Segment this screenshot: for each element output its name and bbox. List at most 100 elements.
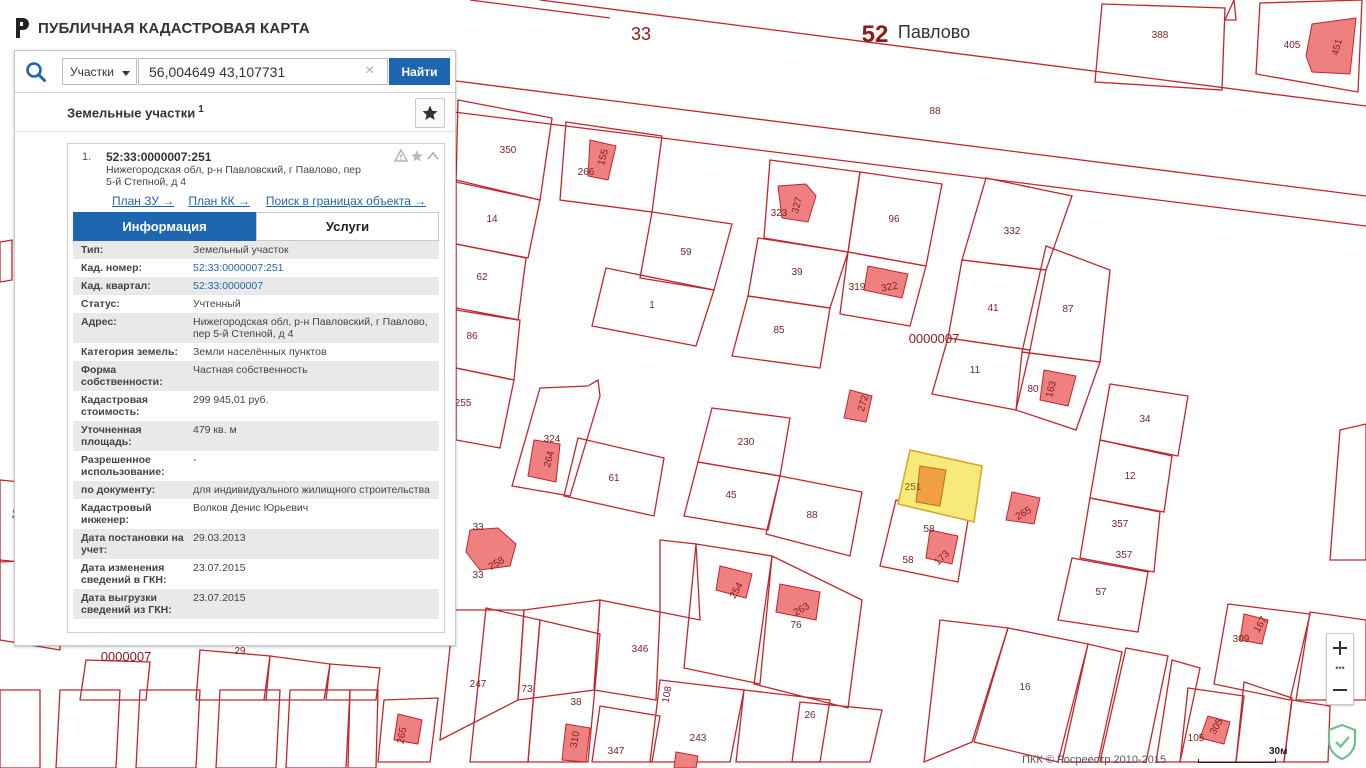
clear-icon[interactable]: × [365, 62, 374, 80]
attribute-row: Уточненная площадь: 479 кв. м [73, 421, 439, 451]
copyright: ПКК © Росреестр 2010-2015 [1022, 754, 1167, 766]
attribute-row: Категория земель: Земли населённых пункто… [73, 343, 439, 361]
search-bar: Участки × Найти [15, 51, 455, 93]
attribute-label: Статус: [81, 298, 120, 310]
city-name: Павлово [898, 22, 970, 42]
zoom-control: ••• [1326, 633, 1354, 705]
attribute-row: Тип: Земельный участок [73, 241, 439, 259]
parcel-label: 39 [791, 267, 803, 278]
parcel-label: 85 [773, 325, 785, 336]
parcel-label: 388 [1152, 30, 1169, 41]
attribute-value: Волков Денис Юрьевич [193, 502, 309, 514]
parcel-label: 58 [923, 524, 935, 535]
attribute-row: Дата изменения сведений в ГКН: 23.07.2015 [73, 559, 439, 589]
attribute-value[interactable]: 52:33:0000007 [193, 277, 439, 295]
parcel-label: 96 [888, 214, 900, 225]
attribute-label: Разрешенное использование: [81, 454, 165, 478]
shield-button[interactable] [1324, 722, 1360, 762]
parcel-label: 26 [804, 710, 816, 721]
parcel-label: 34 [1139, 414, 1151, 425]
attribute-label: Кадастровый инженер: [81, 502, 152, 526]
attribute-label: Дата постановки на учет: [81, 532, 184, 556]
parcel-label: 243 [690, 733, 707, 744]
parcel-label: 266 [578, 167, 595, 178]
parcel-label: 105 [1188, 733, 1205, 744]
attributes-table: Тип: Земельный участок Кад. номер: 52:33:00… [73, 241, 439, 619]
attribute-row: Дата выгрузки сведений из ГКН: 23.07.2015 [73, 589, 439, 619]
parcel-label: 41 [987, 303, 999, 314]
parcel-label: 45 [725, 490, 737, 501]
attribute-value: 23.07.2015 [193, 592, 246, 604]
parcel-label: 59 [680, 247, 692, 258]
quarter-label: 0000007 [909, 331, 960, 346]
zoom-more-icon[interactable]: ••• [1327, 663, 1353, 673]
attribute-label: Категория земель: [81, 346, 178, 358]
attribute-label: Дата изменения сведений в ГКН: [81, 562, 167, 586]
plan-zu-link[interactable]: План ЗУ → [112, 194, 174, 208]
search-input[interactable] [138, 58, 388, 85]
results-header: Земельные участки 1 [15, 94, 455, 132]
parcel-label: 12 [1124, 471, 1136, 482]
attribute-value: 299 945,01 руб. [193, 394, 269, 406]
attribute-label: Кадастровая стоимость: [81, 394, 148, 418]
parcel-label: 58 [902, 555, 914, 566]
results-title-text: Земельные участки [67, 105, 196, 121]
parcel-label: 88 [929, 106, 941, 117]
parcel-cad-number: 52:33:0000007:251 [106, 150, 212, 164]
attribute-row: по документу: для индивидуального жилищно… [73, 481, 439, 499]
search-in-bounds-link[interactable]: Поиск в границах объекта → [266, 194, 426, 208]
parcel-label: 309 [1233, 634, 1250, 645]
attribute-row: Форма собственности: Частная собственност… [73, 361, 439, 391]
attribute-label: по документу: [81, 484, 156, 496]
attribute-value: 23.07.2015 [193, 562, 246, 574]
zoom-in-button[interactable] [1327, 634, 1353, 662]
attribute-label: Кад. номер: [81, 262, 143, 274]
parcel-label: 29 [234, 646, 246, 657]
attribute-row: Кадастровый инженер: Волков Денис Юрьевич [73, 499, 439, 529]
attribute-value: Учтенный [193, 298, 241, 310]
attribute-value[interactable]: 52:33:0000007:251 [193, 259, 439, 277]
search-icon[interactable] [25, 61, 47, 83]
parcel-label: 247 [470, 679, 487, 690]
plan-kk-link[interactable]: План КК → [188, 194, 250, 208]
parcel-label: 76 [790, 620, 802, 631]
app-header: ПУБЛИЧНАЯ КАДАСТРОВАЯ КАРТА [14, 14, 310, 42]
parcel-label: 255 [455, 398, 472, 409]
parcel-label: 62 [476, 272, 488, 283]
parcel-label: 14 [486, 214, 498, 225]
star-icon[interactable] [410, 149, 424, 163]
parcel-label: 87 [1062, 304, 1074, 315]
object-type-select[interactable]: Участки [62, 58, 137, 85]
attribute-row: Дата постановки на учет: 29.03.2013 [73, 529, 439, 559]
card-actions [393, 148, 440, 163]
warning-icon[interactable] [393, 148, 409, 163]
tab-services[interactable]: Услуги [256, 212, 439, 241]
object-type-label: Участки [70, 65, 114, 79]
attribute-label: Уточненная площадь: [81, 424, 142, 448]
chevron-down-icon [122, 71, 130, 76]
parcel-label: 73 [521, 684, 533, 695]
attribute-label: Форма собственности: [81, 364, 163, 388]
scale-label: 30м [1269, 746, 1288, 757]
parcel-label: 350 [500, 145, 517, 156]
attribute-value: 479 кв. м [193, 424, 237, 436]
parcel-label: 33 [472, 570, 484, 581]
chevron-up-icon[interactable] [426, 149, 440, 163]
attribute-value: Земли населённых пунктов [193, 346, 327, 358]
parcel-card[interactable]: 1. 52:33:0000007:251 Нижегородская обл, … [67, 143, 445, 633]
parcel-label: 332 [1004, 226, 1021, 237]
tab-info[interactable]: Информация [73, 212, 256, 241]
attribute-value: Нижегородская обл, р-н Павловский, г Пав… [193, 316, 428, 340]
parcel-label: 319 [849, 282, 866, 293]
attribute-label: Адрес: [81, 316, 117, 328]
parcel-label: 323 [771, 208, 788, 219]
favorites-button[interactable] [415, 98, 445, 128]
attribute-row: Разрешенное использование: - [73, 451, 439, 481]
attribute-label: Тип: [81, 244, 104, 256]
parcel-address: Нижегородская обл, р-н Павловский, г Пав… [106, 164, 361, 188]
card-tabs: Информация Услуги [73, 212, 439, 241]
parcel-label: 80 [1027, 384, 1039, 395]
zoom-out-button[interactable] [1327, 676, 1353, 704]
find-button[interactable]: Найти [389, 58, 450, 85]
app-title: ПУБЛИЧНАЯ КАДАСТРОВАЯ КАРТА [38, 19, 310, 37]
